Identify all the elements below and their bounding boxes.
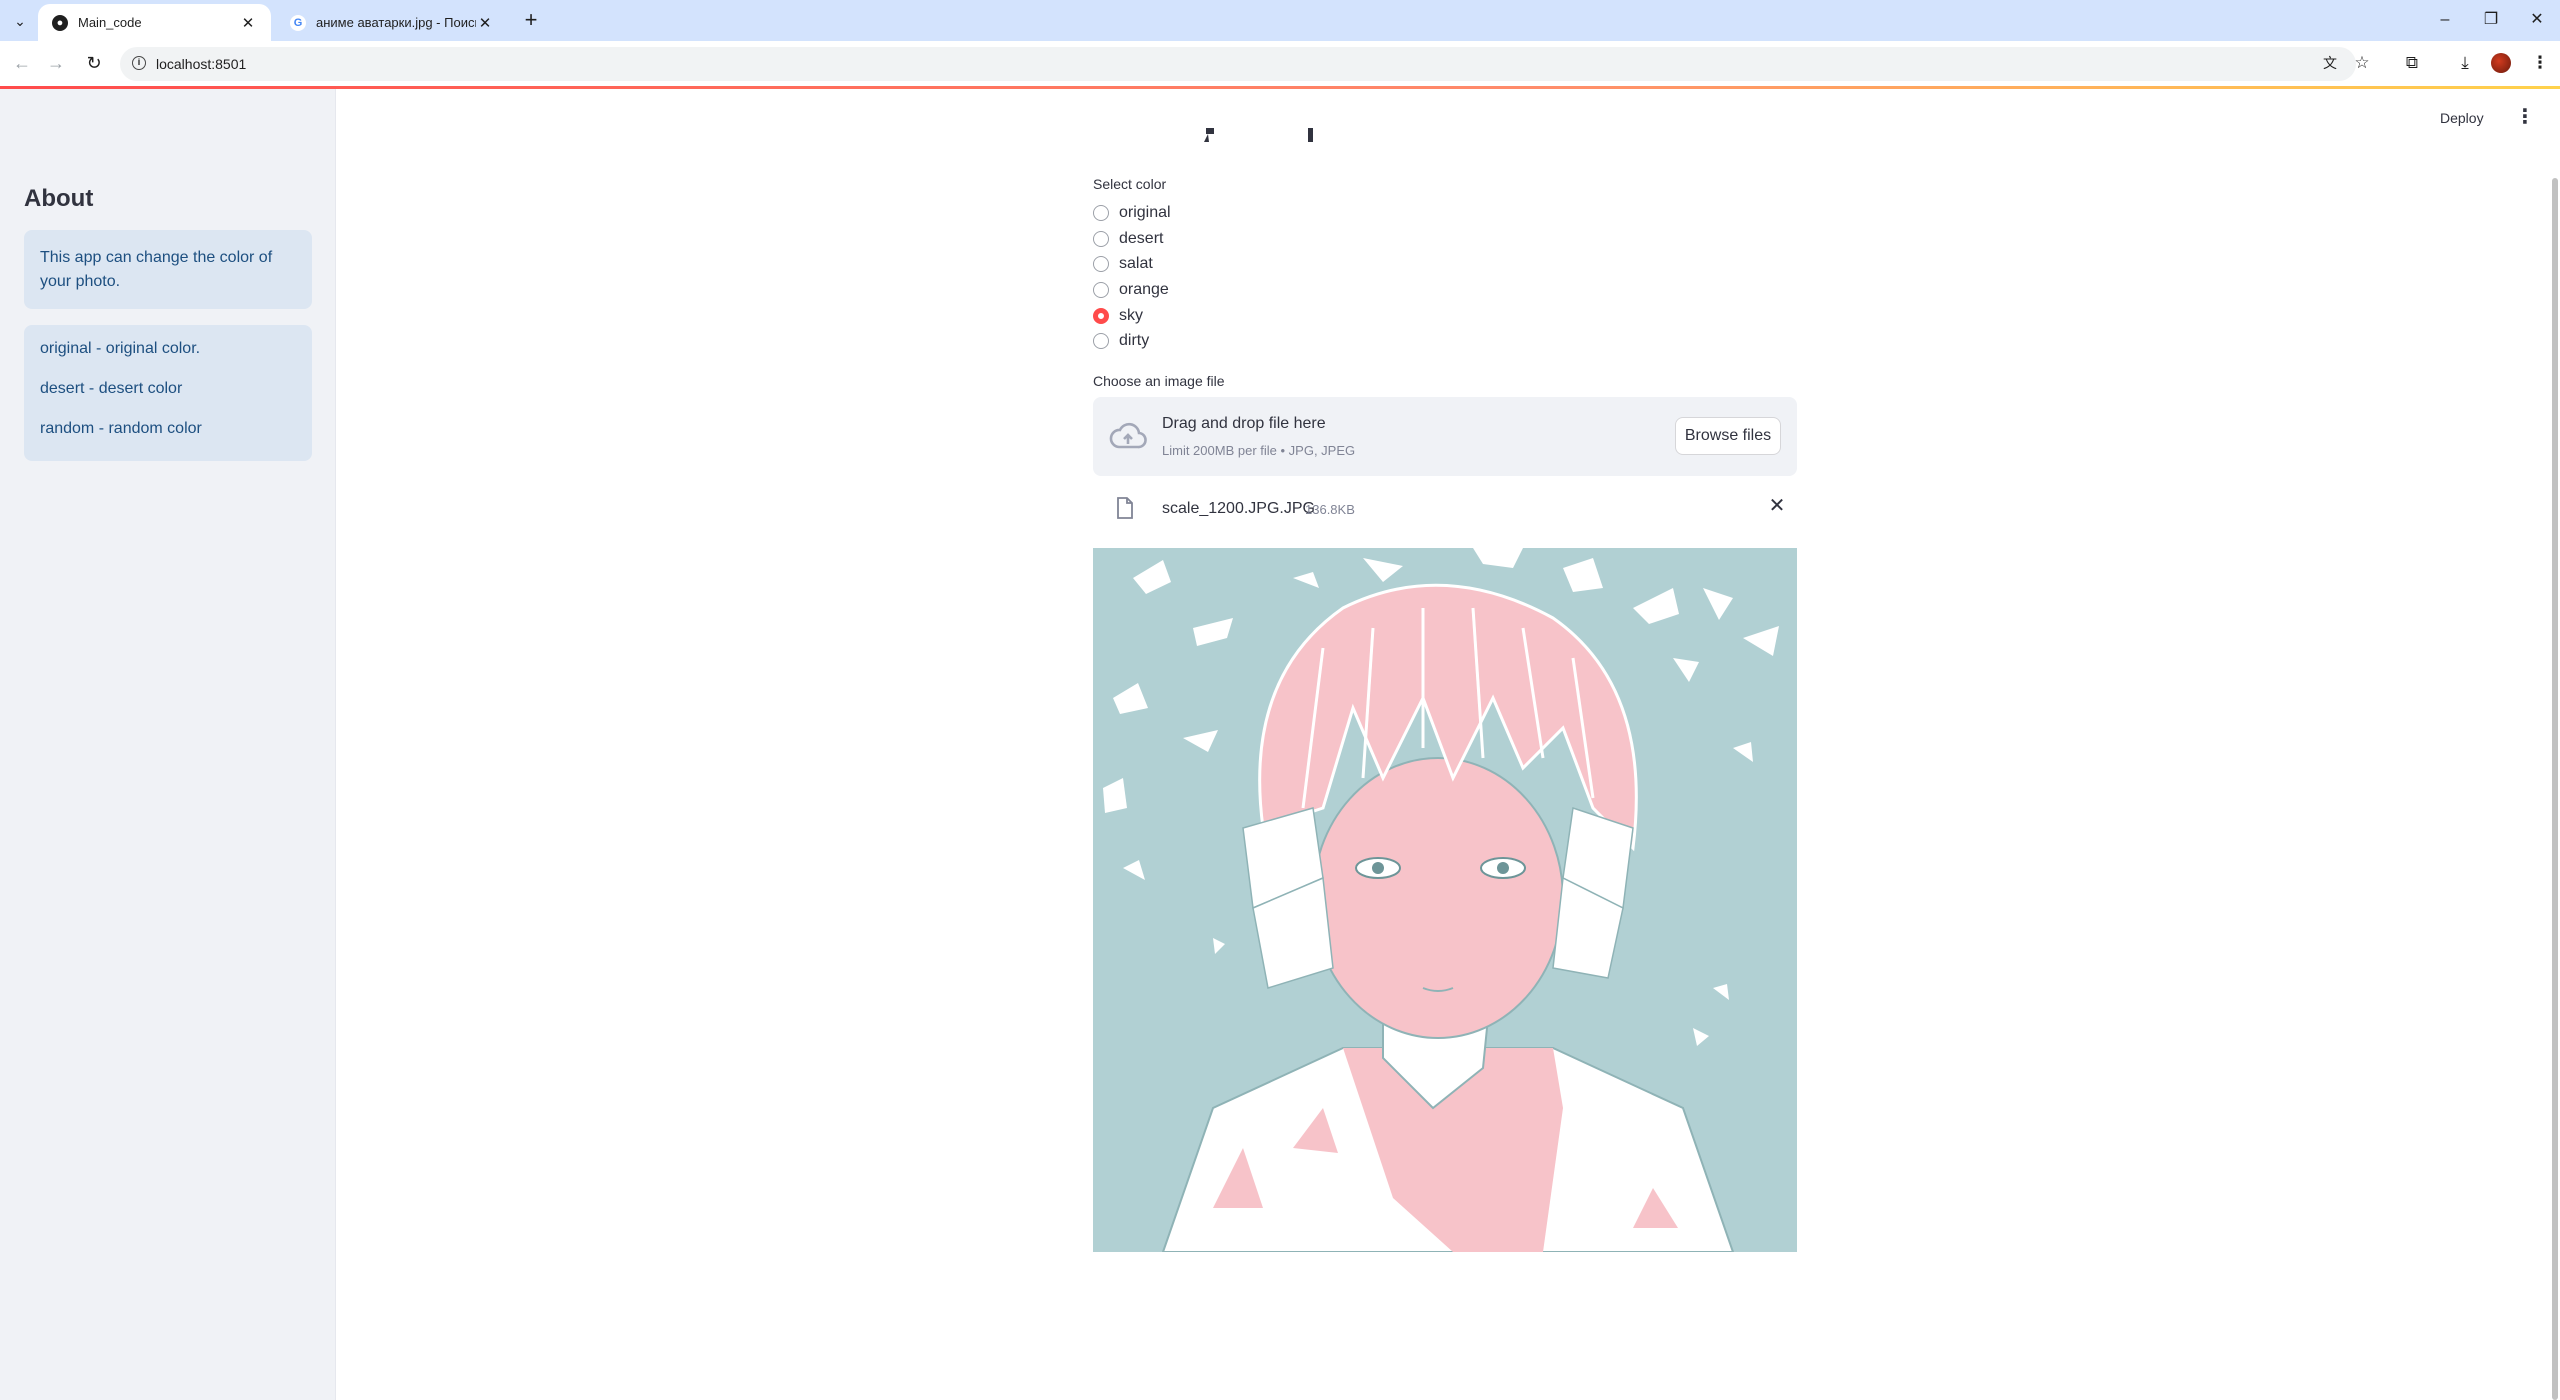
sidebar: About This app can change the color of y… (0, 89, 336, 1400)
option-description: original - original color. (40, 340, 201, 357)
uploader-label: Choose an image file (1093, 373, 1225, 389)
scrollbar[interactable] (2552, 178, 2558, 1400)
radio-label: desert (1119, 230, 1164, 247)
info-box-description: This app can change the color of your ph… (24, 230, 312, 309)
minimize-button[interactable]: – (2422, 8, 2468, 32)
tab-title: аниме аватарки.jpg - Поиск в (316, 15, 476, 30)
page-title-clipped (1200, 128, 1320, 154)
remove-file-icon[interactable]: ✕ (1765, 494, 1789, 518)
tab-main-code[interactable]: ● Main_code ✕ (38, 4, 271, 41)
radio-dirty[interactable]: dirty (1093, 330, 1149, 352)
radio-circle[interactable] (1093, 256, 1109, 272)
title-descenders (1204, 128, 1313, 142)
radio-circle-selected[interactable] (1093, 308, 1109, 324)
radio-salat[interactable]: salat (1093, 253, 1153, 275)
reload-icon[interactable]: ↻ (82, 51, 106, 75)
radio-circle[interactable] (1093, 231, 1109, 247)
address-bar[interactable]: i localhost:8501 (120, 47, 2356, 81)
url-text: localhost:8501 (156, 56, 247, 72)
streamlit-favicon-icon: ● (52, 14, 68, 31)
new-tab-button[interactable]: + (518, 8, 544, 34)
radio-original[interactable]: original (1093, 202, 1171, 224)
sidebar-title: About (24, 185, 94, 212)
google-favicon-icon: G (290, 14, 306, 31)
file-size: 136.8KB (1305, 502, 1355, 517)
file-name: scale_1200.JPG.JPG (1162, 500, 1315, 517)
cloud-upload-icon (1109, 422, 1147, 449)
option-description: desert - desert color (40, 380, 183, 397)
dropzone-instructions: Drag and drop file here (1162, 415, 1326, 432)
radio-desert[interactable]: desert (1093, 228, 1163, 250)
radio-circle[interactable] (1093, 282, 1109, 298)
recolored-image (1093, 548, 1797, 1252)
back-icon[interactable]: ← (10, 51, 34, 75)
close-tab-icon[interactable]: ✕ (476, 14, 494, 32)
site-info-icon[interactable]: i (132, 56, 146, 70)
uploaded-file-row: scale_1200.JPG.JPG 136.8KB ✕ (1093, 489, 1797, 529)
file-icon (1117, 497, 1133, 519)
browse-files-button[interactable]: Browse files (1675, 417, 1781, 455)
radio-label: dirty (1119, 332, 1150, 349)
info-box-options: original - original color. desert - dese… (24, 325, 312, 461)
dropzone-limit: Limit 200MB per file • JPG, JPEG (1162, 443, 1356, 458)
browser-toolbar: ← → ↻ i localhost:8501 文 ☆ ⧉ ⤓ ⋮ (0, 41, 2560, 86)
translate-icon[interactable]: 文 (2318, 51, 2342, 75)
radio-sky[interactable]: sky (1093, 305, 1143, 327)
tab-search-chevron-icon[interactable]: ⌄ (8, 10, 32, 32)
app-menu-icon[interactable]: ⋮ (2515, 107, 2535, 127)
radio-label: sky (1119, 307, 1143, 324)
browser-menu-icon[interactable]: ⋮ (2528, 51, 2552, 75)
close-tab-icon[interactable]: ✕ (239, 14, 257, 32)
description-text: This app can change the color of your ph… (40, 249, 273, 290)
option-description: random - random color (40, 420, 202, 437)
close-window-button[interactable]: ✕ (2514, 8, 2560, 32)
tab-title: Main_code (78, 15, 142, 30)
file-dropzone[interactable]: Drag and drop file here Limit 200MB per … (1093, 397, 1797, 476)
download-icon[interactable]: ⤓ (2453, 51, 2477, 75)
deploy-button[interactable]: Deploy (2440, 110, 2484, 126)
extensions-puzzle-icon[interactable]: ⧉ (2400, 51, 2424, 75)
select-color-label: Select color (1093, 176, 1167, 192)
restore-button[interactable]: ❐ (2468, 8, 2514, 32)
browser-tab-bar: ⌄ ● Main_code ✕ G аниме аватарки.jpg - П… (0, 0, 2560, 41)
radio-circle[interactable] (1093, 205, 1109, 221)
forward-icon[interactable]: → (44, 51, 68, 75)
bookmark-star-icon[interactable]: ☆ (2350, 51, 2374, 75)
radio-circle[interactable] (1093, 333, 1109, 349)
profile-avatar[interactable] (2491, 53, 2511, 73)
radio-label: salat (1119, 255, 1153, 272)
radio-orange[interactable]: orange (1093, 279, 1169, 301)
radio-label: original (1119, 204, 1171, 221)
tab-search[interactable]: G аниме аватарки.jpg - Поиск в ✕ (276, 4, 508, 41)
radio-label: orange (1119, 281, 1169, 298)
anime-portrait-illustration (1093, 548, 1797, 1252)
